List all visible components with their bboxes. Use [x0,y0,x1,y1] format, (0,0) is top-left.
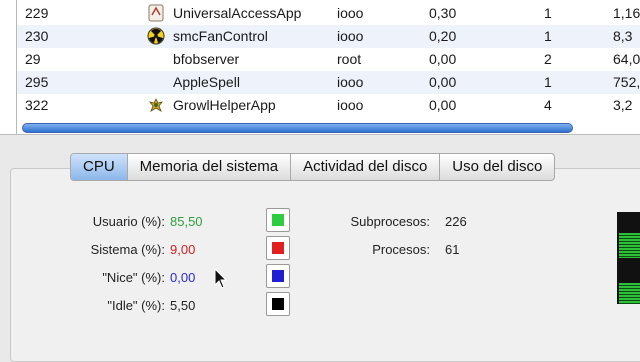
threads-value: 226 [445,214,467,229]
processes-value: 61 [445,242,460,257]
idle-percent-value: 5,50 [170,298,196,313]
process-name: GrowlHelperApp [173,97,276,113]
table-row[interactable]: 322 GrowlHelperApp iooo 0,00 4 3,2 [17,94,640,117]
table-row[interactable]: 229 UniversalAccessApp iooo 0,30 1 1,16 [17,2,640,25]
tab-uso-del-disco[interactable]: Uso del disco [440,154,554,180]
memory-cell: 752,0 [613,74,640,90]
pid-cell: 29 [25,51,41,67]
horizontal-scrollbar[interactable] [22,123,573,133]
memory-cell: 64,0 [613,51,640,67]
process-name: AppleSpell [173,74,240,90]
user-percent-value: 85,50 [170,214,203,229]
table-row[interactable]: 295 AppleSpell iooo 0,00 1 752,0 [17,71,640,94]
cpu-cell: 0,00 [429,74,457,90]
process-name: smcFanControl [173,28,268,44]
cpu-usage-graph [617,212,640,304]
user-cell: root [337,51,362,67]
table-row[interactable]: 230 smcFanControl iooo 0,20 1 8,3 [17,25,640,48]
pid-cell: 229 [25,5,49,21]
user-cell: iooo [337,74,364,90]
system-color-swatch[interactable] [266,236,290,260]
pid-cell: 230 [25,28,49,44]
system-color-fill [272,242,284,254]
user-color-swatch[interactable] [266,208,290,232]
threads-cell: 2 [544,51,552,67]
pid-cell: 295 [25,74,49,90]
system-percent-label: Sistema (%): [90,242,165,257]
cpu-cell: 0,00 [429,97,457,113]
tab-memoria-del-sistema[interactable]: Memoria del sistema [128,154,292,180]
monitor-panel [10,168,640,362]
cpu-cell: 0,30 [429,5,457,21]
memory-cell: 3,2 [613,97,633,113]
user-cell: iooo [337,5,364,21]
threads-cell: 1 [544,28,552,44]
tab-actividad-del-disco[interactable]: Actividad del disco [291,154,441,180]
user-cell: iooo [337,97,364,113]
cpu-cell: 0,00 [429,51,457,67]
cpu-graph-bar-top [619,233,640,258]
idle-color-swatch[interactable] [266,292,290,316]
growl-icon [147,96,165,114]
user-cell: iooo [337,28,364,44]
process-name: bfobserver [173,51,240,67]
system-percent-value: 9,00 [170,242,196,257]
nice-percent-label: "Nice" (%): [102,270,165,285]
nice-color-fill [272,270,284,282]
threads-cell: 1 [544,5,552,21]
pid-cell: 322 [25,97,49,113]
cpu-graph-bar-bottom [619,283,640,304]
cpu-cell: 0,20 [429,28,457,44]
process-name: UniversalAccessApp [173,5,302,21]
radiation-icon [147,27,165,45]
user-color-fill [272,214,284,226]
user-percent-label: Usuario (%): [92,214,165,229]
monitor-tabs: CPU Memoria del sistema Actividad del di… [70,153,556,181]
threads-cell: 1 [544,74,552,90]
idle-color-fill [272,298,284,310]
threads-cell: 4 [544,97,552,113]
tab-cpu[interactable]: CPU [71,154,128,180]
process-table[interactable]: 229 UniversalAccessApp iooo 0,30 1 1,16 … [0,0,640,135]
universal-access-app-icon [147,4,165,22]
mouse-pointer-icon [214,268,228,289]
memory-cell: 8,3 [613,28,633,44]
processes-label: Procesos: [372,242,430,257]
threads-label: Subprocesos: [350,214,431,229]
memory-cell: 1,16 [613,5,640,21]
nice-percent-value: 0,00 [170,270,196,285]
table-row[interactable]: 29 bfobserver root 0,00 2 64,0 [17,48,640,71]
nice-color-swatch[interactable] [266,264,290,288]
idle-percent-label: "Idle" (%): [107,298,165,313]
